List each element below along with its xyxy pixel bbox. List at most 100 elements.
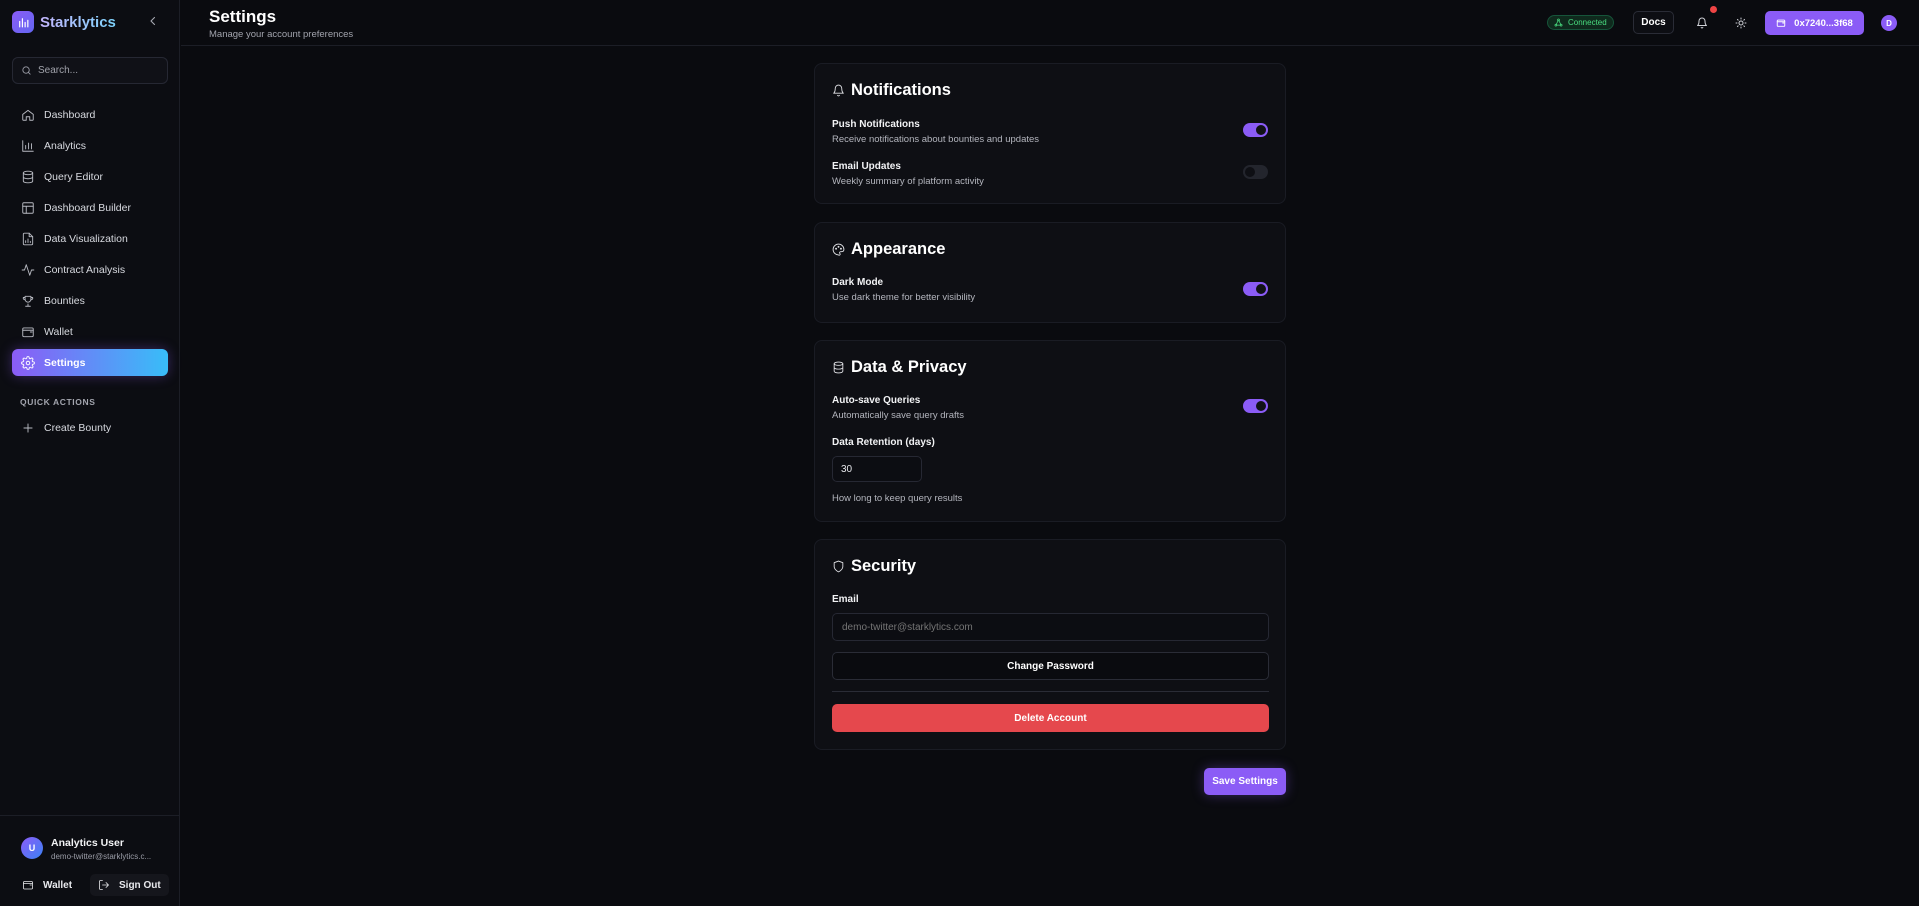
sidebar-item-label: Analytics (44, 139, 87, 152)
email-updates-setting: Email Updates Weekly summary of platform… (832, 161, 984, 187)
sidebar-item-dashboard[interactable]: Dashboard (12, 101, 168, 128)
push-notifications-setting: Push Notifications Receive notifications… (832, 119, 1039, 145)
avatar[interactable]: U (21, 837, 43, 859)
docs-button[interactable]: Docs (1633, 11, 1674, 34)
layout-icon (21, 201, 35, 215)
sidebar-item-label: Data Visualization (44, 232, 128, 245)
card-title: Appearance (832, 240, 945, 259)
logo-icon (12, 11, 34, 33)
email-field[interactable] (832, 613, 1269, 641)
security-card: Security Email Change Password Delete Ac… (814, 539, 1286, 750)
setting-label: Auto-save Queries (832, 395, 921, 406)
footer-wallet-label: Wallet (43, 879, 73, 891)
quick-actions-title: QUICK ACTIONS (20, 397, 96, 407)
sidebar-nav: Dashboard Analytics Query Editor Dashboa… (12, 101, 168, 380)
sidebar-item-dashboard-builder[interactable]: Dashboard Builder (12, 194, 168, 221)
activity-icon (21, 263, 35, 277)
sidebar-item-bounties[interactable]: Bounties (12, 287, 168, 314)
avatar[interactable]: D (1881, 15, 1897, 31)
file-chart-icon (21, 232, 35, 246)
status-label: Connected (1568, 18, 1607, 27)
save-settings-button[interactable]: Save Settings (1204, 768, 1286, 795)
divider (832, 691, 1269, 692)
sun-icon[interactable] (1731, 13, 1751, 33)
sidebar-item-analytics[interactable]: Analytics (12, 132, 168, 159)
trophy-icon (21, 294, 35, 308)
auto-save-toggle[interactable] (1243, 399, 1268, 413)
setting-label: Email Updates (832, 161, 901, 172)
delete-account-button[interactable]: Delete Account (832, 704, 1269, 732)
email-updates-toggle[interactable] (1243, 165, 1268, 179)
data-privacy-card: Data & Privacy Auto-save Queries Automat… (814, 340, 1286, 522)
logout-icon (98, 879, 110, 891)
email-label: Email (832, 594, 859, 605)
page-title: Settings (209, 7, 277, 26)
brand[interactable]: Starklytics (12, 11, 116, 33)
sidebar-item-label: Dashboard (44, 108, 96, 121)
footer-wallet-button[interactable]: Wallet (14, 874, 80, 896)
notification-dot (1710, 6, 1717, 13)
plus-icon (21, 421, 35, 435)
sign-out-label: Sign Out (119, 879, 161, 891)
user-panel: U Analytics User demo-twitter@starklytic… (0, 815, 180, 906)
setting-label: Dark Mode (832, 277, 884, 288)
search-box[interactable] (12, 57, 168, 84)
search-input[interactable] (38, 65, 158, 76)
toggle-knob (1256, 401, 1266, 411)
card-title: Data & Privacy (832, 358, 967, 377)
sidebar-item-label: Wallet (44, 325, 73, 338)
setting-label: Push Notifications (832, 119, 920, 130)
notifications-card: Notifications Push Notifications Receive… (814, 63, 1286, 204)
sidebar-item-label: Query Editor (44, 170, 103, 183)
user-email: demo-twitter@starklytics.c... (51, 852, 152, 861)
sidebar-item-label: Contract Analysis (44, 263, 126, 276)
appearance-card: Appearance Dark Mode Use dark theme for … (814, 222, 1286, 323)
gear-icon (21, 355, 35, 370)
sidebar-item-wallet[interactable]: Wallet (12, 318, 168, 345)
wallet-icon (21, 325, 35, 339)
auto-save-setting: Auto-save Queries Automatically save que… (832, 395, 964, 421)
bell-icon[interactable] (1692, 13, 1712, 33)
setting-description: Weekly summary of platform activity (832, 176, 984, 187)
sidebar-item-query-editor[interactable]: Query Editor (12, 163, 168, 190)
search-icon (21, 65, 32, 76)
sidebar-item-label: Settings (44, 356, 86, 369)
shield-icon (832, 560, 845, 573)
bar-chart-icon (21, 139, 35, 153)
page-subtitle: Manage your account preferences (209, 29, 354, 40)
change-password-button[interactable]: Change Password (832, 652, 1269, 680)
sidebar-item-data-visualization[interactable]: Data Visualization (12, 225, 168, 252)
bell-icon (832, 84, 845, 97)
retention-hint: How long to keep query results (832, 493, 963, 504)
wallet-address-button[interactable]: 0x7240...3f68 (1765, 11, 1864, 35)
palette-icon (832, 243, 845, 256)
sidebar-item-contract-analysis[interactable]: Contract Analysis (12, 256, 168, 283)
sidebar-item-label: Dashboard Builder (44, 201, 131, 214)
chevron-left-icon[interactable] (147, 15, 159, 27)
toggle-knob (1245, 167, 1255, 177)
brand-name: Starklytics (40, 13, 116, 31)
sidebar-item-settings[interactable]: Settings (12, 349, 168, 376)
setting-description: Receive notifications about bounties and… (832, 134, 1040, 145)
push-notifications-toggle[interactable] (1243, 123, 1268, 137)
sign-out-button[interactable]: Sign Out (90, 874, 169, 896)
card-title-label: Data & Privacy (851, 358, 967, 376)
database-icon (832, 361, 845, 374)
card-title-label: Security (851, 557, 917, 575)
retention-input[interactable] (832, 456, 922, 482)
sidebar: Starklytics Dashboard Analytics Query Ed… (0, 0, 180, 906)
retention-label: Data Retention (days) (832, 437, 935, 448)
sidebar-item-label: Bounties (44, 294, 85, 307)
card-title: Notifications (832, 81, 951, 100)
toggle-knob (1256, 125, 1266, 135)
status-badge: Connected (1547, 15, 1614, 30)
setting-description: Automatically save query drafts (832, 410, 965, 421)
card-title-label: Appearance (851, 240, 946, 258)
toggle-knob (1256, 284, 1266, 294)
quick-action-label: Create Bounty (44, 421, 112, 434)
create-bounty-button[interactable]: Create Bounty (12, 414, 168, 441)
wallet-icon (22, 879, 34, 891)
dark-mode-setting: Dark Mode Use dark theme for better visi… (832, 277, 975, 303)
dark-mode-toggle[interactable] (1243, 282, 1268, 296)
user-name: Analytics User (51, 837, 124, 849)
